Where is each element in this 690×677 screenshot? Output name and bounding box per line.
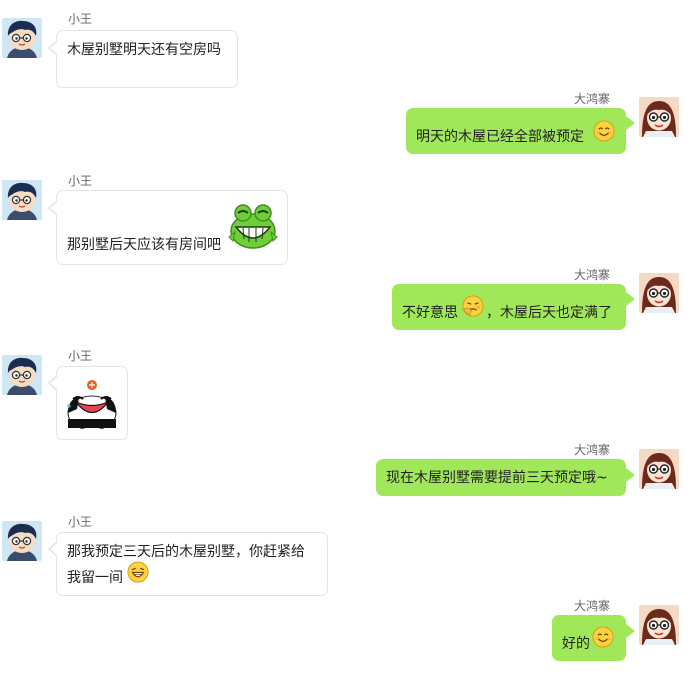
outgoing-message-bubble[interactable]: 明天的木屋已经全部被预定	[406, 108, 626, 154]
outgoing-message-bubble[interactable]: 现在木屋别墅需要提前三天预定哦~	[376, 459, 626, 496]
contact-avatar[interactable]	[639, 273, 679, 313]
sender-name: 大鸿寨	[574, 268, 611, 282]
message-text: 现在木屋别墅需要提前三天预定哦~	[386, 470, 608, 486]
embarrassed-emoji	[462, 295, 484, 317]
contact-avatar[interactable]	[2, 521, 42, 561]
message-text: 我留一间	[67, 570, 123, 586]
contact-avatar[interactable]	[639, 449, 679, 489]
contact-avatar[interactable]	[2, 18, 42, 58]
smile-emoji	[592, 626, 614, 648]
panda-crying-sticker	[67, 380, 117, 429]
incoming-sticker-bubble[interactable]	[56, 366, 128, 440]
message-text: 那别墅后天应该有房间吧	[67, 237, 221, 253]
contact-avatar[interactable]	[639, 605, 679, 645]
message-text: 不好意思	[402, 305, 458, 321]
sender-name: 小王	[68, 174, 93, 188]
incoming-message-bubble[interactable]: 那我预定三天后的木屋别墅，你赶紧给 我留一间	[56, 532, 328, 596]
bubble-tail	[626, 468, 635, 482]
incoming-message-bubble[interactable]: 那别墅后天应该有房间吧	[56, 190, 288, 265]
bubble-tail	[50, 201, 58, 215]
message-text: 那我预定三天后的木屋别墅，你赶紧给	[67, 544, 305, 560]
message-text: 明天的木屋已经全部被预定	[416, 129, 584, 145]
sender-name: 大鸿寨	[574, 92, 611, 106]
contact-avatar[interactable]	[639, 97, 679, 137]
bubble-tail	[50, 41, 58, 55]
message-text: 好的	[562, 636, 590, 652]
message-text: 木屋别墅明天还有空房吗	[67, 42, 221, 58]
sender-name: 大鸿寨	[574, 443, 611, 457]
bubble-tail	[50, 542, 58, 556]
bubble-tail	[626, 292, 635, 306]
sender-name: 小王	[68, 515, 93, 529]
smile-emoji	[593, 120, 615, 142]
bubble-tail	[626, 116, 635, 130]
bubble-tail	[626, 624, 635, 638]
sender-name: 小王	[68, 349, 93, 363]
outgoing-message-bubble[interactable]: 不好意思 ，木屋后天也定满了	[392, 284, 626, 330]
message-text: ，木屋后天也定满了	[486, 305, 612, 321]
frog-grin-sticker	[228, 204, 278, 249]
contact-avatar[interactable]	[2, 180, 42, 220]
outgoing-message-bubble[interactable]: 好的	[552, 615, 626, 661]
contact-avatar[interactable]	[2, 355, 42, 395]
incoming-message-bubble[interactable]: 木屋别墅明天还有空房吗	[56, 30, 238, 88]
sender-name: 大鸿寨	[574, 599, 611, 613]
laughing-emoji	[127, 561, 149, 583]
sender-name: 小王	[68, 12, 93, 26]
bubble-tail	[50, 376, 58, 390]
